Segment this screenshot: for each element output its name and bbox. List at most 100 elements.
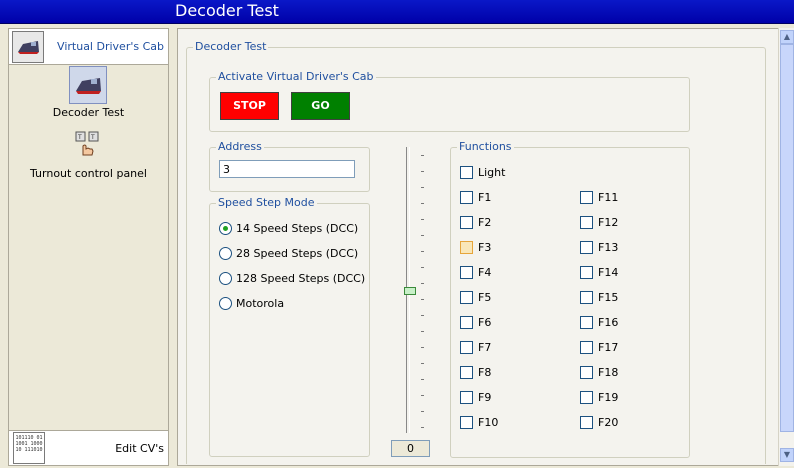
checkbox-label: F20 xyxy=(598,416,619,429)
sidebar-header-label: Virtual Driver's Cab xyxy=(57,40,164,53)
address-group: Address 3 xyxy=(209,140,370,192)
checkbox-light[interactable]: Light xyxy=(460,166,505,179)
radio-28-speed-steps[interactable]: 28 Speed Steps (DCC) xyxy=(219,247,358,260)
checkbox-f17[interactable]: F17 xyxy=(580,341,618,354)
sidebar-footer-edit-cvs[interactable]: 101110 011001 100010 111010 Edit CV's xyxy=(9,430,168,465)
checkbox-f18[interactable]: F18 xyxy=(580,366,618,379)
checkbox-box xyxy=(580,416,593,429)
go-button[interactable]: GO xyxy=(291,92,350,120)
locomotive-icon xyxy=(69,66,107,104)
radio-label: 28 Speed Steps (DCC) xyxy=(236,247,359,260)
sidebar-item-decoder-test[interactable]: Decoder Test xyxy=(9,66,168,121)
checkbox-label: F12 xyxy=(598,216,619,229)
radio-indicator xyxy=(219,247,232,260)
sidebar-item-label: Decoder Test xyxy=(52,106,125,119)
slider-tick xyxy=(421,235,424,236)
slider-tick xyxy=(421,363,424,364)
checkbox-f14[interactable]: F14 xyxy=(580,266,618,279)
checkbox-f11[interactable]: F11 xyxy=(580,191,618,204)
slider-tick xyxy=(421,347,424,348)
checkbox-f8[interactable]: F8 xyxy=(460,366,491,379)
checkbox-f5[interactable]: F5 xyxy=(460,291,491,304)
slider-tick xyxy=(421,379,424,380)
slider-tick xyxy=(421,395,424,396)
slider-tick xyxy=(421,155,424,156)
sidebar-item-label: Turnout control panel xyxy=(30,167,147,180)
sidebar-footer-label: Edit CV's xyxy=(115,442,164,455)
address-input[interactable]: 3 xyxy=(219,160,355,178)
checkbox-f15[interactable]: F15 xyxy=(580,291,618,304)
vertical-scrollbar[interactable]: ▲ ▼ xyxy=(778,28,794,466)
checkbox-box xyxy=(460,191,473,204)
turnout-hand-icon: T T xyxy=(75,131,101,157)
speed-slider[interactable] xyxy=(404,147,424,437)
checkbox-f10[interactable]: F10 xyxy=(460,416,498,429)
checkbox-box xyxy=(460,216,473,229)
checkbox-box xyxy=(460,416,473,429)
slider-tick xyxy=(421,427,424,428)
svg-text:T: T xyxy=(90,134,95,141)
radio-indicator xyxy=(219,272,232,285)
group-title: Address xyxy=(216,140,264,153)
checkbox-label: F18 xyxy=(598,366,619,379)
checkbox-f1[interactable]: F1 xyxy=(460,191,491,204)
checkbox-box xyxy=(460,391,473,404)
checkbox-label: F11 xyxy=(598,191,619,204)
checkbox-box xyxy=(460,266,473,279)
arrow-down-icon[interactable]: ▼ xyxy=(780,448,794,462)
scrollbar-thumb[interactable] xyxy=(780,44,794,432)
slider-tick xyxy=(421,171,424,172)
slider-tick xyxy=(421,283,424,284)
checkbox-f7[interactable]: F7 xyxy=(460,341,491,354)
checkbox-f16[interactable]: F16 xyxy=(580,316,618,329)
radio-motorola[interactable]: Motorola xyxy=(219,297,284,310)
checkbox-box xyxy=(460,316,473,329)
checkbox-f4[interactable]: F4 xyxy=(460,266,491,279)
arrow-up-icon[interactable]: ▲ xyxy=(780,30,794,44)
checkbox-f3[interactable]: F3 xyxy=(460,241,491,254)
stop-button[interactable]: STOP xyxy=(220,92,279,120)
slider-tick xyxy=(421,267,424,268)
checkbox-box xyxy=(580,291,593,304)
slider-thumb[interactable] xyxy=(404,287,416,295)
radio-indicator xyxy=(219,297,232,310)
speed-step-mode-group: Speed Step Mode 14 Speed Steps (DCC) 28 … xyxy=(209,196,370,457)
checkbox-f19[interactable]: F19 xyxy=(580,391,618,404)
svg-text:T: T xyxy=(77,134,82,141)
checkbox-f20[interactable]: F20 xyxy=(580,416,618,429)
group-title: Decoder Test xyxy=(193,40,269,53)
radio-14-speed-steps[interactable]: 14 Speed Steps (DCC) xyxy=(219,222,358,235)
slider-tick xyxy=(421,203,424,204)
sidebar: Virtual Driver's Cab Decoder Test T T Tu… xyxy=(8,28,169,466)
checkbox-f6[interactable]: F6 xyxy=(460,316,491,329)
checkbox-box xyxy=(580,341,593,354)
functions-group: Functions Light F1 F2 F3 F4 F5 F6 F7 F8 … xyxy=(450,140,690,458)
checkbox-box xyxy=(580,316,593,329)
checkbox-label: F15 xyxy=(598,291,619,304)
checkbox-label: F17 xyxy=(598,341,619,354)
checkbox-label: F19 xyxy=(598,391,619,404)
radio-indicator xyxy=(219,222,232,235)
checkbox-f2[interactable]: F2 xyxy=(460,216,491,229)
sidebar-header-virtual-drivers-cab[interactable]: Virtual Driver's Cab xyxy=(9,29,168,65)
checkbox-label: F14 xyxy=(598,266,619,279)
slider-value-display: 0 xyxy=(391,440,430,457)
sidebar-item-turnout-control-panel[interactable]: T T Turnout control panel xyxy=(9,131,168,181)
checkbox-box xyxy=(460,366,473,379)
checkbox-box xyxy=(580,266,593,279)
radio-128-speed-steps[interactable]: 128 Speed Steps (DCC) xyxy=(219,272,365,285)
binary-grid-icon: 101110 011001 100010 111010 xyxy=(13,432,45,464)
checkbox-label: F8 xyxy=(478,366,492,379)
checkbox-f12[interactable]: F12 xyxy=(580,216,618,229)
checkbox-box xyxy=(580,366,593,379)
checkbox-label: F2 xyxy=(478,216,492,229)
group-title: Speed Step Mode xyxy=(216,196,317,209)
checkbox-f13[interactable]: F13 xyxy=(580,241,618,254)
checkbox-box xyxy=(580,241,593,254)
locomotive-icon xyxy=(12,31,44,63)
checkbox-f9[interactable]: F9 xyxy=(460,391,491,404)
checkbox-label: F9 xyxy=(478,391,492,404)
checkbox-label: Light xyxy=(478,166,506,179)
main-panel: Decoder Test Activate Virtual Driver's C… xyxy=(177,28,780,466)
checkbox-box xyxy=(580,191,593,204)
